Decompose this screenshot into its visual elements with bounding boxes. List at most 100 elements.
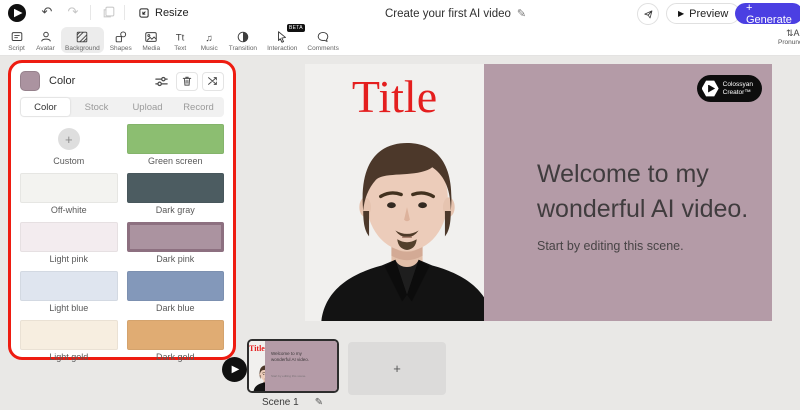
share-icon (643, 9, 654, 20)
divider (90, 5, 91, 20)
toolbar-item-label: Avatar (36, 45, 55, 52)
swatch-label: Custom (20, 157, 118, 166)
scene-name: Scene 1 (262, 397, 299, 408)
panel-tab[interactable]: Color (21, 98, 70, 116)
avatar-icon (39, 29, 53, 44)
resize-label: Resize (155, 7, 189, 19)
badge-line1: Colossyan (723, 81, 753, 88)
color-swatch-cell[interactable]: Dark pink (127, 222, 225, 264)
background-color-panel: Color Color Stock Upload Record (8, 60, 236, 360)
colossyan-logo-icon[interactable] (8, 4, 26, 22)
toolbar-item-label: Transition (229, 45, 257, 52)
video-canvas[interactable]: Title Welcome to my wonderful AI video. … (305, 64, 772, 321)
toolbar-item[interactable]: Tt Text (167, 27, 194, 53)
canvas-heading[interactable]: Welcome to my wonderful AI video. (537, 157, 772, 226)
adjust-icon[interactable] (150, 72, 172, 91)
add-scene-button[interactable]: + (348, 342, 446, 395)
swatch-label: Light gold (20, 353, 118, 362)
panel-tab-label: Color (34, 102, 57, 113)
toolbar-item-label: Text (174, 45, 186, 52)
toolbar-item[interactable]: Comments (303, 27, 342, 53)
thumb-subheading: Start by editing this scene. (271, 375, 331, 378)
media-icon (144, 29, 158, 44)
color-swatch-cell[interactable]: Dark gray (127, 173, 225, 215)
add-scene-plus: + (393, 361, 401, 376)
panel-tab[interactable]: Stock (72, 98, 121, 116)
color-swatch-cell[interactable]: Light blue (20, 271, 118, 313)
swatch-label: Dark gold (127, 353, 225, 362)
undo-icon[interactable]: ↶ (36, 2, 58, 22)
swatch-label: Dark blue (127, 304, 225, 313)
color-swatch-cell[interactable]: Custom (20, 124, 118, 166)
color-swatch-cell[interactable]: Off-white (20, 173, 118, 215)
current-color-swatch[interactable] (20, 71, 40, 91)
swatch-label: Green screen (127, 157, 225, 166)
thumb-left-section: Title (249, 341, 265, 391)
toolbar-item[interactable]: Interaction BETA (263, 27, 301, 53)
pronunciation-icon: ⇅A (786, 28, 800, 39)
color-swatch-cell[interactable]: Dark blue (127, 271, 225, 313)
trash-icon[interactable] (176, 72, 198, 91)
panel-tabs: Color Stock Upload Record (20, 97, 224, 117)
scene-name-row: Scene 1 ✎ (262, 397, 323, 408)
swatch-label: Light blue (20, 304, 118, 313)
panel-tab[interactable]: Upload (123, 98, 172, 116)
colossyan-creator-badge: Colossyan Creator™ (697, 75, 762, 102)
panel-tab-label: Record (183, 102, 214, 113)
swatch-label: Dark pink (127, 255, 225, 264)
canvas-title-text[interactable]: Title (305, 64, 484, 123)
pages-icon[interactable] (98, 2, 120, 22)
toolbar-item[interactable]: Shapes (106, 27, 136, 53)
swatch-label: Light pink (20, 255, 118, 264)
resize-button[interactable]: Resize (132, 3, 195, 23)
color-swatch-cell[interactable]: Dark gold (127, 320, 225, 362)
toolbar-item[interactable]: Transition (225, 27, 261, 53)
script-icon (10, 29, 24, 44)
resize-icon (138, 7, 150, 19)
badge-line2: Creator™ (723, 89, 753, 96)
toolbar-item[interactable]: ♫ Music (196, 27, 223, 53)
svg-text:Tt: Tt (176, 32, 185, 43)
svg-text:♫: ♫ (206, 32, 213, 43)
rename-scene-icon[interactable]: ✎ (315, 397, 323, 408)
custom-plus-icon (58, 128, 80, 150)
generate-label: + Generate (746, 2, 792, 26)
thumb-heading: Welcome to my wonderful AI video. (271, 351, 315, 363)
presenter-avatar[interactable] (309, 141, 505, 321)
toolbar-item[interactable]: Script (3, 27, 30, 53)
color-swatch-cell[interactable]: Light gold (20, 320, 118, 362)
share-button[interactable] (637, 3, 659, 25)
music-icon: ♫ (202, 29, 216, 44)
panel-tab-label: Stock (85, 102, 109, 113)
color-swatch-cell[interactable]: Light pink (20, 222, 118, 264)
toolbar-item-label: Background (65, 45, 100, 52)
canvas-left-section: Title (305, 64, 484, 321)
toolbar-item[interactable]: Background (61, 27, 104, 53)
redo-icon[interactable]: ↷ (62, 2, 84, 22)
toolbar-item[interactable]: Media (138, 27, 165, 53)
editor-toolbar: Script Avatar Background Shapes (3, 27, 343, 53)
swatch-grid: Custom Green screen Off-white Da (20, 124, 224, 362)
color-swatch-cell[interactable]: Green screen (127, 124, 225, 166)
generate-button[interactable]: + Generate (735, 3, 800, 24)
play-glyph (14, 9, 23, 18)
toolbar-item-label: Music (201, 45, 218, 52)
preview-button[interactable]: ▶ Preview (666, 3, 740, 24)
shuffle-icon[interactable] (202, 72, 224, 91)
scene-thumbnail[interactable]: Title Welcome to my wonderful AI video. … (247, 339, 339, 393)
pronunciation-button[interactable]: ⇅A Pronunc (774, 28, 800, 46)
colossyan-hex-icon (702, 80, 719, 97)
transition-icon (236, 29, 250, 44)
document-title: Create your first AI video ✎ (385, 7, 526, 20)
play-scene-button[interactable]: ▶ (222, 357, 247, 382)
thumb-right-section: Welcome to my wonderful AI video. Start … (265, 341, 339, 391)
toolbar-item[interactable]: Avatar (32, 27, 59, 53)
panel-tab[interactable]: Record (174, 98, 223, 116)
canvas-subheading[interactable]: Start by editing this scene. (537, 239, 772, 253)
swatch-label: Off-white (20, 206, 118, 215)
thumb-title-text: Title (249, 344, 265, 353)
edit-title-icon[interactable]: ✎ (517, 7, 526, 20)
play-icon: ▶ (232, 364, 240, 375)
toolbar-item-label: Script (8, 45, 25, 52)
swatch-label: Dark gray (127, 206, 225, 215)
